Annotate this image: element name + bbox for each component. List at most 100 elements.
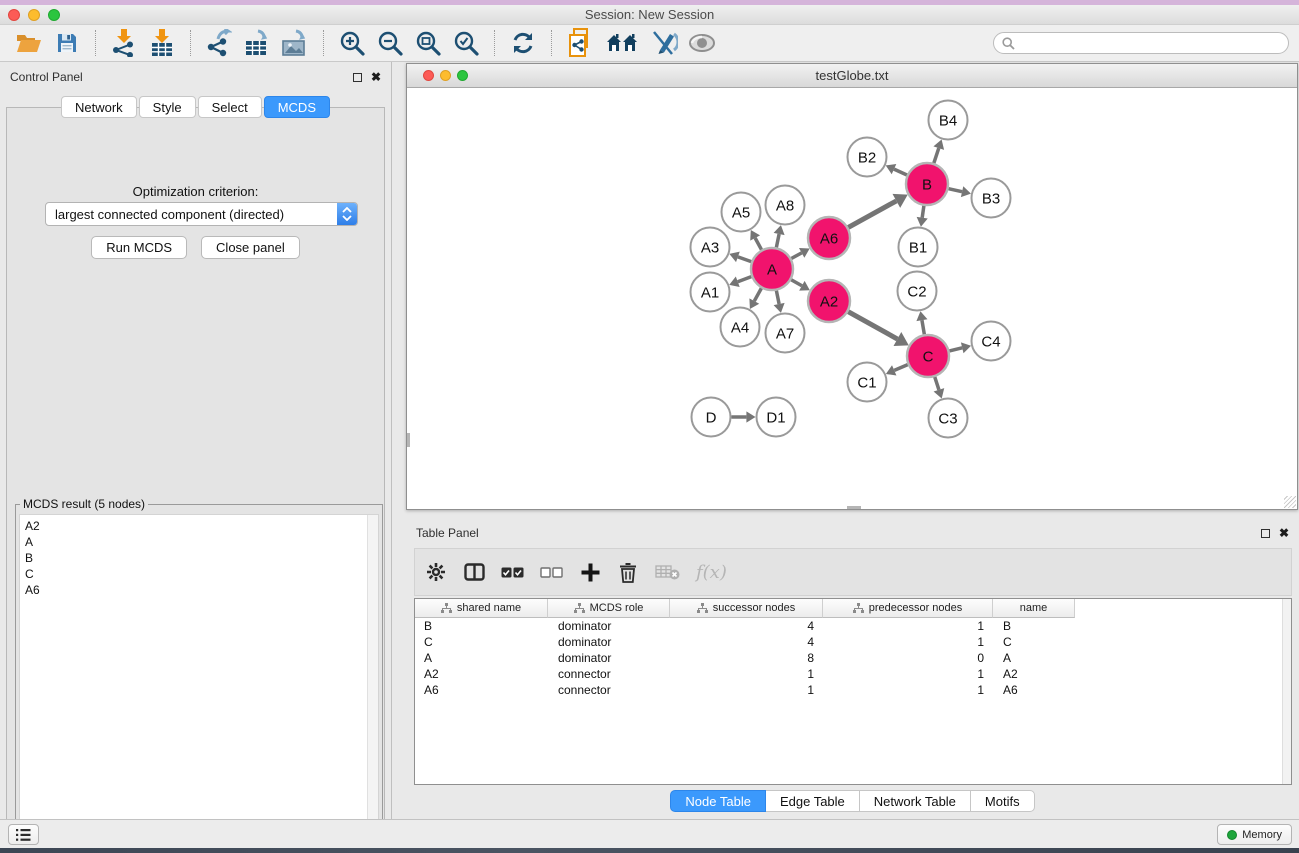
zoom-in-icon[interactable] — [336, 28, 368, 58]
delete-table-icon[interactable] — [655, 559, 680, 585]
add-column-icon[interactable] — [579, 559, 601, 585]
graph-edge[interactable] — [755, 238, 761, 250]
export-image-icon[interactable] — [279, 28, 311, 58]
scrollbar[interactable] — [367, 515, 378, 839]
table-row[interactable]: Cdominator41C — [415, 634, 1291, 650]
graph-edge[interactable] — [948, 189, 962, 192]
minimize-window-button[interactable] — [28, 9, 40, 21]
table-tabs: Node Table Edge Table Network Table Moti… — [406, 790, 1299, 812]
mcds-result-list[interactable]: A2 A B C A6 — [19, 514, 379, 840]
list-item[interactable]: A — [20, 534, 378, 550]
hide-selected-icon[interactable] — [648, 28, 680, 58]
float-panel-icon[interactable] — [1261, 529, 1270, 538]
graph-node-label: A — [767, 262, 777, 279]
tab-select[interactable]: Select — [198, 96, 262, 118]
tab-network[interactable]: Network — [61, 96, 137, 118]
tab-mcds[interactable]: MCDS — [264, 96, 330, 118]
graph-edge[interactable] — [754, 288, 761, 301]
column-header-successor-nodes[interactable]: successor nodes — [670, 599, 823, 618]
function-builder-icon[interactable]: f(x) — [696, 559, 727, 585]
graph-edge[interactable] — [894, 169, 907, 175]
show-graphics-details-icon[interactable] — [686, 28, 718, 58]
table-row[interactable]: A6connector11A6 — [415, 682, 1291, 698]
run-mcds-button[interactable]: Run MCDS — [91, 236, 187, 259]
application-window: Session: New Session — [0, 0, 1299, 853]
search-input[interactable] — [1020, 36, 1280, 50]
refresh-layout-icon[interactable] — [507, 28, 539, 58]
graph-edge[interactable] — [791, 253, 801, 259]
table-settings-icon[interactable] — [425, 559, 447, 585]
graph-edge[interactable] — [848, 201, 896, 227]
column-header-shared-name[interactable]: shared name — [415, 599, 548, 618]
tab-motifs[interactable]: Motifs — [970, 790, 1035, 812]
column-header-mcds-role[interactable]: MCDS role — [548, 599, 670, 618]
scrollbar[interactable] — [1282, 599, 1291, 784]
graph-edge[interactable] — [738, 277, 752, 282]
tab-network-table[interactable]: Network Table — [859, 790, 971, 812]
zoom-fit-icon[interactable] — [412, 28, 444, 58]
graph-edge-arrow-icon — [916, 311, 927, 321]
zoom-out-icon[interactable] — [374, 28, 406, 58]
close-window-button[interactable] — [8, 9, 20, 21]
column-visibility-icon[interactable] — [463, 559, 485, 585]
table-row[interactable]: A2connector11A2 — [415, 666, 1291, 682]
graph-edge[interactable] — [894, 365, 908, 371]
tab-style[interactable]: Style — [139, 96, 196, 118]
optimization-criterion-dropdown[interactable]: largest connected component (directed) — [45, 202, 358, 226]
open-session-icon[interactable] — [13, 28, 45, 58]
save-session-icon[interactable] — [51, 28, 83, 58]
toolbar-separator — [190, 30, 191, 56]
zoom-selected-icon[interactable] — [450, 28, 482, 58]
close-panel-button[interactable]: Close panel — [201, 236, 300, 259]
mcds-panel: Optimization criterion: largest connecte… — [6, 107, 385, 853]
vertical-scroll-indicator[interactable] — [407, 433, 410, 447]
first-neighbors-icon[interactable] — [602, 28, 642, 58]
horizontal-scroll-indicator[interactable] — [847, 506, 861, 509]
list-item[interactable]: B — [20, 550, 378, 566]
delete-column-icon[interactable] — [617, 559, 639, 585]
graph-edge[interactable] — [776, 234, 779, 247]
network-window-titlebar[interactable]: testGlobe.txt — [407, 64, 1297, 88]
graph-edge[interactable] — [848, 312, 897, 339]
table-row[interactable]: Bdominator41B — [415, 618, 1291, 634]
list-item[interactable]: C — [20, 566, 378, 582]
table-row[interactable]: Adominator80A — [415, 650, 1291, 666]
search-field[interactable] — [993, 32, 1289, 54]
new-network-from-selection-icon[interactable] — [564, 28, 596, 58]
graph-edge-arrow-icon — [774, 225, 785, 235]
graph-edge[interactable] — [935, 377, 939, 390]
graph-edge[interactable] — [934, 148, 939, 163]
graph-edge[interactable] — [776, 291, 779, 304]
graph-edge[interactable] — [791, 280, 802, 286]
import-network-icon[interactable] — [108, 28, 140, 58]
float-panel-icon[interactable] — [353, 73, 362, 82]
tab-edge-table[interactable]: Edge Table — [765, 790, 860, 812]
close-network-window-button[interactable] — [423, 70, 434, 81]
zoom-network-window-button[interactable] — [457, 70, 468, 81]
export-table-icon[interactable] — [241, 28, 273, 58]
window-title: Session: New Session — [0, 7, 1299, 22]
task-history-button[interactable] — [8, 824, 39, 845]
list-item[interactable]: A2 — [20, 518, 378, 534]
tab-node-table[interactable]: Node Table — [670, 790, 766, 812]
select-all-icon[interactable] — [501, 559, 524, 585]
close-panel-icon[interactable]: ✖ — [1279, 527, 1289, 539]
minimize-network-window-button[interactable] — [440, 70, 451, 81]
resize-grip-icon[interactable] — [1284, 496, 1296, 508]
import-table-icon[interactable] — [146, 28, 178, 58]
network-window-title: testGlobe.txt — [407, 68, 1297, 83]
list-item[interactable]: A6 — [20, 582, 378, 598]
close-panel-icon[interactable]: ✖ — [371, 71, 381, 83]
graph-edge[interactable] — [922, 206, 924, 218]
export-network-icon[interactable] — [203, 28, 235, 58]
network-canvas[interactable]: B4B2BB3A8A5A6A3B1AA1C2A2A4A7C4CC1C3DD1 — [407, 88, 1297, 509]
memory-button[interactable]: Memory — [1217, 824, 1292, 845]
toolbar-separator — [551, 30, 552, 56]
graph-edge[interactable] — [922, 320, 924, 334]
zoom-window-button[interactable] — [48, 9, 60, 21]
graph-edge[interactable] — [949, 348, 962, 351]
deselect-all-icon[interactable] — [540, 559, 563, 585]
column-header-name[interactable]: name — [993, 599, 1075, 618]
graph-edge[interactable] — [738, 257, 751, 262]
column-header-predecessor-nodes[interactable]: predecessor nodes — [823, 599, 993, 618]
